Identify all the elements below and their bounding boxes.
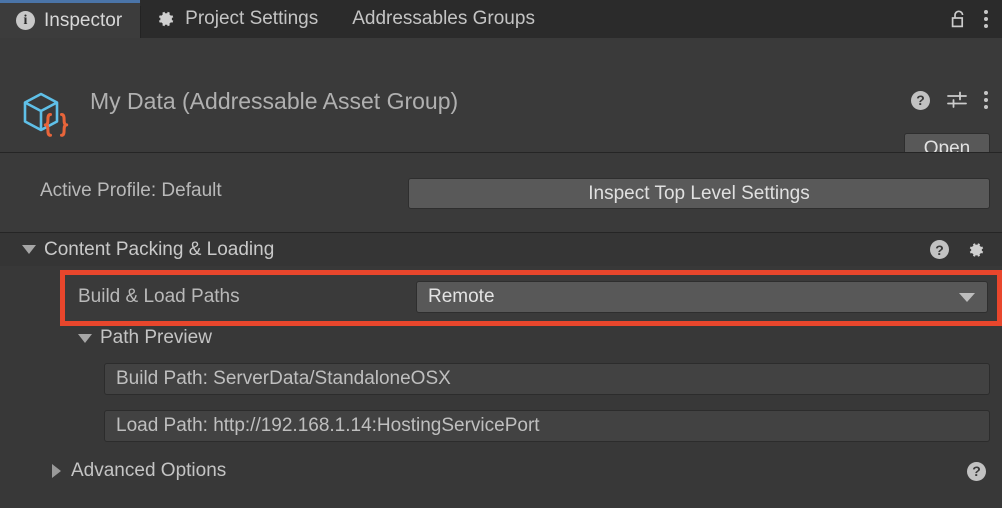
tab-inspector-label: Inspector — [44, 9, 123, 31]
unlocked-padlock-icon[interactable] — [950, 9, 968, 29]
gear-icon — [156, 9, 176, 29]
tab-inspector[interactable]: i Inspector — [0, 0, 142, 38]
tab-project-settings[interactable]: Project Settings — [140, 0, 336, 38]
advanced-options-title: Advanced Options — [71, 460, 227, 481]
asset-title: My Data (Addressable Asset Group) — [90, 88, 459, 114]
tab-addressables-groups[interactable]: Addressables Groups — [336, 0, 553, 38]
path-preview-title: Path Preview — [100, 327, 212, 348]
active-profile-label: Active Profile: Default — [40, 180, 222, 201]
build-load-paths-dropdown[interactable]: Remote — [416, 281, 988, 313]
window-tab-bar-controls — [950, 0, 1002, 38]
info-icon: i — [16, 11, 35, 30]
build-path-value: Build Path: ServerData/StandaloneOSX — [116, 368, 451, 389]
asset-header-controls: ? — [911, 90, 988, 110]
preset-sliders-icon[interactable] — [946, 90, 968, 110]
advanced-options-row[interactable]: Advanced Options ? — [0, 453, 1002, 489]
chevron-down-icon — [78, 333, 92, 343]
content-packing-section-header[interactable]: Content Packing & Loading ? — [0, 233, 1002, 266]
window-tab-bar: i Inspector Project Settings Addressable… — [0, 0, 1002, 38]
tab-addressables-groups-label: Addressables Groups — [352, 8, 535, 29]
tab-project-settings-label: Project Settings — [185, 8, 319, 29]
help-icon[interactable]: ? — [911, 90, 930, 110]
help-icon[interactable]: ? — [930, 240, 949, 259]
load-path-field: Load Path: http://192.168.1.14:HostingSe… — [104, 410, 990, 442]
tab-bar-spacer — [553, 0, 950, 38]
content-packing-controls: ? — [930, 240, 1002, 260]
load-path-value: Load Path: http://192.168.1.14:HostingSe… — [116, 415, 540, 436]
content-packing-foldout[interactable]: Content Packing & Loading — [0, 239, 274, 261]
chevron-down-icon — [22, 245, 36, 254]
kebab-menu-icon[interactable] — [984, 91, 988, 109]
advanced-options-foldout[interactable]: Advanced Options — [0, 460, 226, 482]
advanced-options-controls: ? — [967, 461, 1002, 481]
content-packing-title: Content Packing & Loading — [44, 238, 275, 260]
gear-icon[interactable] — [966, 240, 986, 260]
build-path-field: Build Path: ServerData/StandaloneOSX — [104, 363, 990, 395]
scriptable-object-cube-braces-icon — [18, 88, 76, 142]
inspect-top-level-settings-button[interactable]: Inspect Top Level Settings — [408, 178, 990, 209]
build-load-paths-label: Build & Load Paths — [78, 286, 240, 307]
inspector-window: i Inspector Project Settings Addressable… — [0, 0, 1002, 508]
build-load-paths-value: Remote — [428, 286, 495, 307]
asset-header: My Data (Addressable Asset Group) ? Open — [0, 38, 1002, 164]
kebab-menu-icon[interactable] — [984, 10, 988, 28]
chevron-down-icon — [959, 292, 975, 302]
path-preview-foldout[interactable]: Path Preview — [78, 327, 212, 349]
chevron-right-icon — [52, 464, 61, 478]
help-icon[interactable]: ? — [967, 461, 986, 481]
